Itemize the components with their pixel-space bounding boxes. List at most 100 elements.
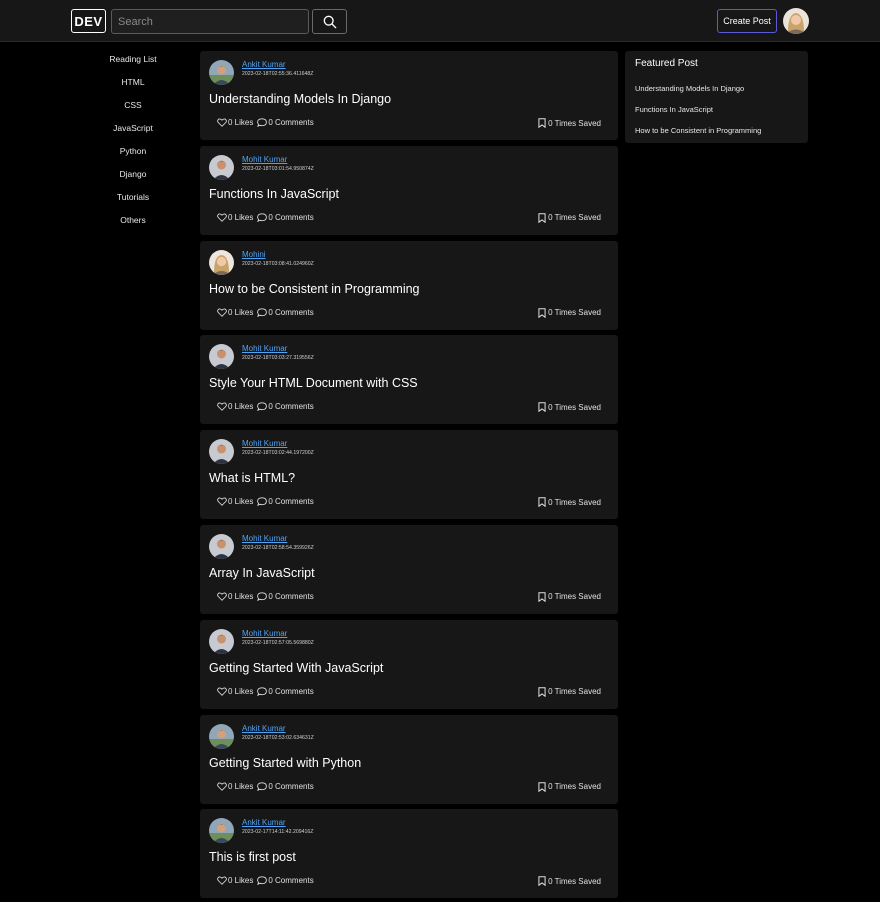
- like-button[interactable]: 0 Likes: [217, 592, 253, 601]
- like-button[interactable]: 0 Likes: [217, 876, 253, 885]
- post-card[interactable]: Mohit Kumar 2023-02-18T03:03:27.319556Z …: [200, 335, 618, 425]
- comments-count: 0 Comments: [268, 781, 314, 791]
- post-title[interactable]: Understanding Models In Django: [209, 92, 391, 106]
- comment-icon: [257, 307, 268, 317]
- post-card[interactable]: Mohit Kumar 2023-02-18T03:01:54.950874Z …: [200, 145, 618, 235]
- user-avatar[interactable]: [783, 8, 809, 34]
- author-link[interactable]: Ankit Kumar: [242, 818, 286, 827]
- search-button[interactable]: [312, 9, 347, 34]
- save-button[interactable]: 0 Times Saved: [538, 497, 601, 508]
- comment-button[interactable]: 0 Comments: [257, 118, 314, 127]
- post-stats: 0 Likes 0 Comments: [217, 118, 318, 127]
- post-date: 2023-02-18T03:03:27.319556Z: [242, 355, 314, 362]
- author-avatar[interactable]: [209, 60, 234, 85]
- save-button[interactable]: 0 Times Saved: [538, 213, 601, 223]
- likes-count: 0 Likes: [228, 686, 254, 696]
- save-button[interactable]: 0 Times Saved: [538, 402, 601, 413]
- featured-item[interactable]: Understanding Models In Django: [635, 84, 761, 105]
- post-date: 2023-02-17T14:11:42.209416Z: [242, 829, 314, 836]
- author-link[interactable]: Mohit Kumar: [242, 439, 287, 448]
- comments-count: 0 Comments: [268, 307, 314, 317]
- post-stats: 0 Likes 0 Comments: [217, 687, 318, 696]
- post-card[interactable]: Ankit Kumar 2023-02-18T02:53:02.634631Z …: [200, 714, 618, 804]
- post-stats: 0 Likes 0 Comments: [217, 213, 318, 222]
- author-avatar[interactable]: [209, 723, 234, 749]
- author-avatar[interactable]: [209, 818, 234, 844]
- heart-icon: [217, 118, 227, 127]
- comment-button[interactable]: 0 Comments: [257, 876, 314, 886]
- sidebar-item-html[interactable]: HTML: [70, 73, 196, 96]
- heart-icon: [217, 213, 227, 222]
- author-avatar[interactable]: [209, 628, 234, 654]
- author-link[interactable]: Mohit Kumar: [242, 629, 287, 638]
- save-button[interactable]: 0 Times Saved: [538, 307, 601, 318]
- author-link[interactable]: Mohini: [242, 250, 266, 259]
- post-title[interactable]: Style Your HTML Document with CSS: [209, 376, 418, 390]
- post-card[interactable]: Mohit Kumar 2023-02-18T03:02:44.197200Z …: [200, 430, 618, 520]
- comment-button[interactable]: 0 Comments: [257, 781, 314, 791]
- post-title[interactable]: Getting Started With JavaScript: [209, 661, 383, 675]
- post-title[interactable]: Functions In JavaScript: [209, 187, 339, 201]
- comment-button[interactable]: 0 Comments: [257, 592, 314, 601]
- author-link[interactable]: Ankit Kumar: [242, 60, 286, 69]
- post-card[interactable]: Mohit Kumar 2023-02-18T02:57:05.569880Z …: [200, 619, 618, 709]
- sidebar-item-reading-list[interactable]: Reading List: [70, 50, 196, 73]
- save-button[interactable]: 0 Times Saved: [538, 687, 601, 697]
- sidebar-item-javascript[interactable]: JavaScript: [70, 119, 196, 142]
- sidebar-item-django[interactable]: Django: [70, 165, 196, 188]
- post-title[interactable]: This is first post: [209, 850, 296, 864]
- sidebar-item-others[interactable]: Others: [70, 211, 196, 234]
- comments-count: 0 Comments: [268, 686, 314, 696]
- comment-button[interactable]: 0 Comments: [257, 497, 314, 507]
- post-stats: 0 Likes 0 Comments: [217, 308, 318, 317]
- author-avatar[interactable]: [209, 533, 234, 559]
- author-avatar[interactable]: [209, 249, 234, 275]
- comment-button[interactable]: 0 Comments: [257, 212, 314, 222]
- top-navbar: DEV Create Post: [0, 0, 880, 42]
- sidebar-item-css[interactable]: CSS: [70, 96, 196, 119]
- save-button[interactable]: 0 Times Saved: [538, 876, 601, 887]
- search-input[interactable]: [111, 9, 309, 34]
- sidebar-item-python[interactable]: Python: [70, 142, 196, 165]
- post-title[interactable]: Array In JavaScript: [209, 566, 315, 580]
- create-post-button[interactable]: Create Post: [717, 9, 777, 33]
- like-button[interactable]: 0 Likes: [217, 782, 253, 791]
- bookmark-icon: [538, 402, 546, 413]
- author-link[interactable]: Mohit Kumar: [242, 344, 287, 353]
- save-button[interactable]: 0 Times Saved: [538, 592, 601, 602]
- author-avatar[interactable]: [209, 154, 234, 180]
- like-button[interactable]: 0 Likes: [217, 308, 253, 317]
- featured-item[interactable]: Functions In JavaScript: [635, 105, 761, 126]
- author-link[interactable]: Mohit Kumar: [242, 155, 287, 164]
- comment-button[interactable]: 0 Comments: [257, 686, 314, 696]
- post-card[interactable]: Mohini 2023-02-18T03:08:41.024960Z How t…: [200, 240, 618, 330]
- comments-count: 0 Comments: [268, 118, 314, 127]
- comment-button[interactable]: 0 Comments: [257, 402, 314, 412]
- bookmark-icon: [538, 307, 546, 318]
- post-title[interactable]: Getting Started with Python: [209, 756, 361, 770]
- sidebar-item-tutorials[interactable]: Tutorials: [70, 188, 196, 211]
- post-title[interactable]: What is HTML?: [209, 471, 295, 485]
- author-avatar[interactable]: [209, 344, 234, 370]
- featured-item[interactable]: How to be Consistent in Programming: [635, 126, 761, 147]
- like-button[interactable]: 0 Likes: [217, 118, 253, 127]
- post-card[interactable]: Ankit Kumar 2023-02-18T02:55:36.411648Z …: [200, 51, 618, 140]
- like-button[interactable]: 0 Likes: [217, 402, 253, 411]
- dev-logo[interactable]: DEV: [71, 9, 106, 33]
- post-title[interactable]: How to be Consistent in Programming: [209, 282, 420, 296]
- like-button[interactable]: 0 Likes: [217, 213, 253, 222]
- like-button[interactable]: 0 Likes: [217, 687, 253, 696]
- like-button[interactable]: 0 Likes: [217, 497, 253, 506]
- comment-button[interactable]: 0 Comments: [257, 307, 314, 317]
- post-card[interactable]: Mohit Kumar 2023-02-18T02:58:54.359926Z …: [200, 524, 618, 614]
- author-link[interactable]: Mohit Kumar: [242, 534, 287, 543]
- save-button[interactable]: 0 Times Saved: [538, 781, 601, 792]
- post-card[interactable]: Ankit Kumar 2023-02-17T14:11:42.209416Z …: [200, 809, 618, 899]
- author-avatar[interactable]: [209, 439, 234, 465]
- save-button[interactable]: 0 Times Saved: [538, 118, 601, 128]
- comments-count: 0 Comments: [268, 212, 314, 222]
- saved-count: 0 Times Saved: [548, 876, 601, 886]
- likes-count: 0 Likes: [228, 591, 254, 601]
- author-link[interactable]: Ankit Kumar: [242, 724, 286, 733]
- post-stats: 0 Likes 0 Comments: [217, 497, 318, 507]
